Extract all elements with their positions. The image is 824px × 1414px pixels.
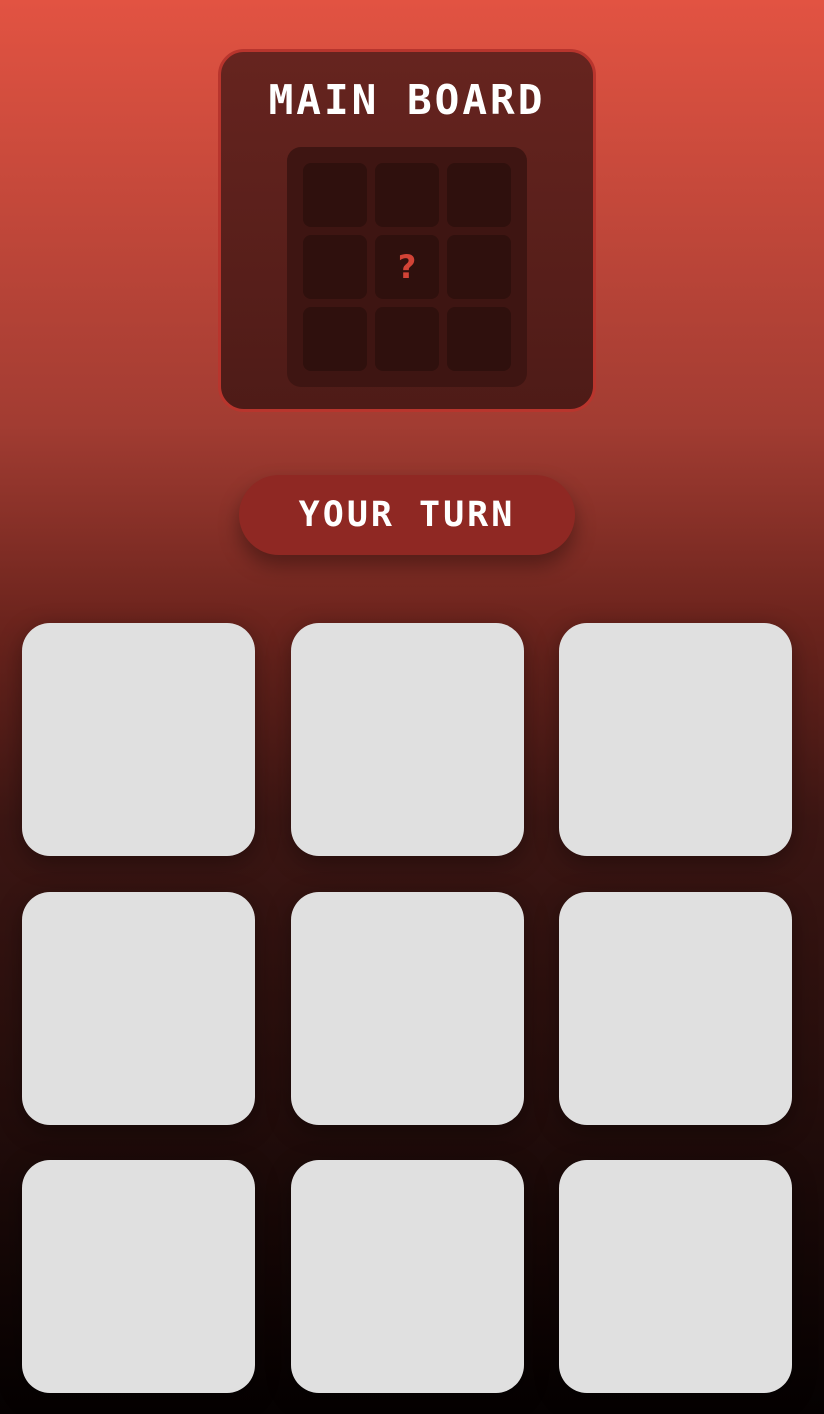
main-board-cell <box>447 235 511 299</box>
main-board-cell <box>303 307 367 371</box>
play-cell-1[interactable] <box>22 623 255 856</box>
main-board-title: MAIN BOARD <box>268 76 546 124</box>
play-cell-6[interactable] <box>559 891 792 1125</box>
play-cell-8[interactable] <box>290 1160 524 1393</box>
play-board-grid <box>22 623 792 1393</box>
play-cell-4[interactable] <box>22 891 255 1125</box>
main-board-cell <box>303 235 367 299</box>
play-cell-7[interactable] <box>22 1160 255 1393</box>
main-board-grid: ? <box>287 147 527 387</box>
main-board-cell <box>447 163 511 227</box>
main-board-cell <box>447 307 511 371</box>
play-cell-5[interactable] <box>290 891 524 1125</box>
main-board-cell <box>375 163 439 227</box>
main-board-active-cell: ? <box>375 235 439 299</box>
play-cell-9[interactable] <box>559 1160 792 1393</box>
turn-indicator: YOUR TURN <box>239 475 575 555</box>
play-cell-2[interactable] <box>290 623 524 856</box>
play-cell-3[interactable] <box>559 623 792 856</box>
main-board-cell <box>375 307 439 371</box>
main-board-cell <box>303 163 367 227</box>
main-board-panel: MAIN BOARD ? <box>218 49 596 412</box>
